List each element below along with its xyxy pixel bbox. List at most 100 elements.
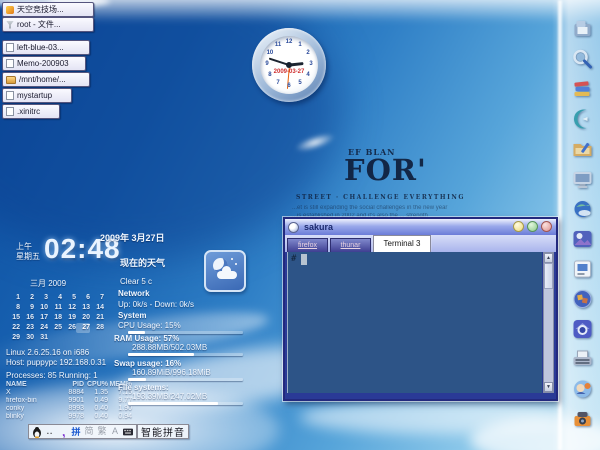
wallpaper-bottom-band <box>300 400 570 434</box>
window-list-label: root - 文件... <box>17 19 61 30</box>
terminal-tabbar: firefox thunar Terminal 3 <box>285 235 556 252</box>
terminal-title: sakura <box>304 222 333 232</box>
camera-icon[interactable] <box>571 408 594 430</box>
drink-icon <box>6 21 14 29</box>
clock-numeral: 6 <box>284 83 294 89</box>
os-version: Linux 2.6.25.16 on i686 <box>6 348 89 357</box>
keyboard-icon[interactable] <box>123 426 133 437</box>
calendar-day: 8 <box>6 303 20 313</box>
window-list-label: .xinitrc <box>17 107 40 116</box>
wallpaper-top-wisp <box>50 0 600 22</box>
clock-numeral: 8 <box>265 72 275 78</box>
weather-value: Clear 5 c <box>120 277 152 286</box>
clock-numeral: 11 <box>273 42 283 48</box>
ram-label: RAM Usage: 57% <box>114 334 179 343</box>
terminal-window: sakura firefox thunar Terminal 3 # ▲ ▼ <box>283 217 558 401</box>
swap-label: Swap usage: 16% <box>114 359 181 368</box>
window-list-item[interactable]: 天空竞技场... <box>2 2 94 17</box>
calendar-day: 12 <box>62 303 76 313</box>
dots-icon[interactable]: .. <box>45 426 55 437</box>
close-button[interactable] <box>541 221 552 232</box>
calendar-day: 14 <box>90 303 104 313</box>
network-stats: Up: 0k/s - Down: 0k/s <box>118 300 194 309</box>
tab-terminal-3[interactable]: Terminal 3 <box>373 235 431 252</box>
window-list-item[interactable]: root - 文件... <box>2 17 94 32</box>
feather-graphic <box>293 130 337 155</box>
folder-edit-icon[interactable] <box>571 138 594 160</box>
window-menu-icon[interactable] <box>288 222 299 233</box>
moon-power-icon[interactable] <box>571 108 594 130</box>
im-icon-box: .. , 拼 简 繁 A <box>28 424 137 439</box>
tux-icon[interactable] <box>32 426 42 437</box>
calendar-day: 10 <box>34 303 48 313</box>
filesystems-label: File systems: <box>118 383 169 392</box>
calendar-grid: 1234567891011121314151617181920212223242… <box>6 293 104 343</box>
files-icon[interactable] <box>571 18 594 40</box>
home-icon[interactable] <box>571 318 594 340</box>
books-icon[interactable] <box>571 78 594 100</box>
calendar-day: 27 <box>76 323 90 333</box>
simplified-chinese-toggle[interactable]: 简 <box>84 426 94 437</box>
calendar-day: 23 <box>20 323 34 333</box>
document-icon <box>6 107 14 116</box>
terminal-prompt: # <box>291 254 296 264</box>
im-label-box[interactable]: 智能拼音 <box>137 424 189 439</box>
calendar-day: 24 <box>34 323 48 333</box>
calendar-day: 7 <box>90 293 104 303</box>
typewriter-icon[interactable] <box>571 348 594 370</box>
clock-face: 2009-03-27 121234567891011 <box>260 36 318 94</box>
terminal-scrollbar[interactable]: ▲ ▼ <box>543 252 554 393</box>
clock-numeral: 12 <box>284 39 294 45</box>
chat-icon[interactable] <box>571 378 594 400</box>
analog-clock-widget[interactable]: 2009-03-27 121234567891011 <box>252 28 326 102</box>
system-label: System <box>118 311 146 320</box>
clock-center-pin <box>286 62 292 68</box>
package-icon[interactable] <box>571 288 594 310</box>
processes-line: Processes: 85 Running: 1 <box>6 371 98 380</box>
monitor-icon[interactable] <box>571 168 594 190</box>
scroll-up-icon[interactable]: ▲ <box>544 253 553 263</box>
fullwidth-letter-toggle[interactable]: A <box>110 426 120 437</box>
window-list-item[interactable]: left-blue-03... <box>2 40 90 55</box>
window-list-item[interactable]: .xinitrc <box>2 104 60 119</box>
tab-firefox[interactable]: firefox <box>287 238 328 252</box>
pinyin-mode-icon[interactable]: 拼 <box>71 426 81 437</box>
calendar-day: 20 <box>76 313 90 323</box>
calendar-day: 25 <box>48 323 62 333</box>
window-list-item[interactable]: /mnt/home/... <box>2 72 90 87</box>
clock-numeral: 7 <box>273 80 283 86</box>
scrollbar-thumb[interactable] <box>544 263 553 289</box>
window-list-item[interactable]: mystartup <box>2 88 72 103</box>
window-list-label: Memo-200903 <box>17 59 69 68</box>
calendar-day: 30 <box>20 333 34 343</box>
process-row: blinky99780.400.94 <box>6 413 134 421</box>
search-icon[interactable] <box>571 48 594 70</box>
calendar-day: 31 <box>34 333 48 343</box>
scroll-down-icon[interactable]: ▼ <box>544 382 553 392</box>
filesystems-value: 193.39MB/247.02MB <box>132 392 207 401</box>
calendar-day: 4 <box>48 293 62 303</box>
picture-icon[interactable] <box>571 228 594 250</box>
calendar-day: 9 <box>20 303 34 313</box>
calendar-day: 1 <box>6 293 20 303</box>
photo-app-icon[interactable] <box>571 258 594 280</box>
process-row: conky89930.401.90 <box>6 405 134 413</box>
terminal-content[interactable]: # <box>287 252 542 393</box>
dock <box>566 0 598 450</box>
conky-weekday: 星期五 <box>16 251 40 262</box>
calendar-day: 18 <box>48 313 62 323</box>
clock-numeral: 5 <box>295 80 305 86</box>
minimize-button[interactable] <box>513 221 524 232</box>
maximize-button[interactable] <box>527 221 538 232</box>
window-list-item[interactable]: Memo-200903 <box>2 56 86 71</box>
globe-icon[interactable] <box>571 198 594 220</box>
calendar-day: 26 <box>62 323 76 333</box>
terminal-cursor <box>301 254 307 265</box>
terminal-titlebar[interactable]: sakura <box>285 219 556 235</box>
scim-swoosh-icon[interactable]: , <box>57 425 69 438</box>
wallpaper-brand-small: EF BLAN <box>348 147 395 157</box>
traditional-chinese-toggle[interactable]: 繁 <box>97 426 107 437</box>
tab-thunar[interactable]: thunar <box>330 238 371 252</box>
clock-numeral: 1 <box>295 42 305 48</box>
calendar-day: 2 <box>20 293 34 303</box>
